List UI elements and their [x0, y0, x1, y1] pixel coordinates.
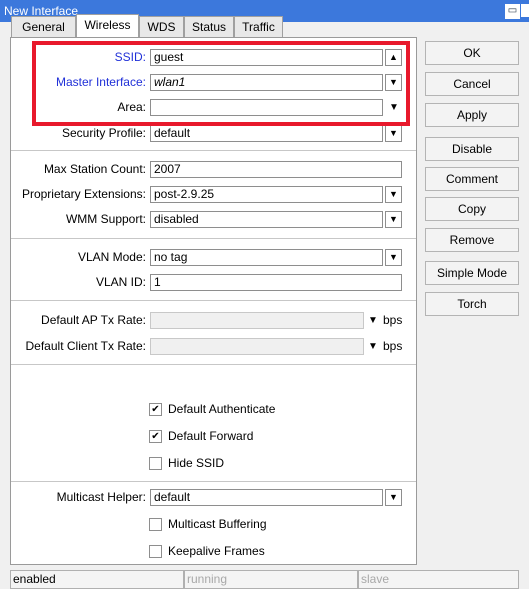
tab-wds[interactable]: WDS: [139, 16, 184, 38]
keepalive-frames-checkbox[interactable]: [149, 545, 162, 558]
default-ap-tx-rate-label: Default AP Tx Rate:: [41, 313, 146, 327]
default-ap-tx-rate-unit: bps: [383, 313, 403, 327]
max-station-count-label: Max Station Count:: [43, 162, 146, 176]
divider: [11, 238, 416, 239]
ok-button[interactable]: OK: [425, 41, 519, 65]
vlan-mode-select[interactable]: no tag: [150, 249, 383, 266]
divider: [11, 300, 416, 301]
default-client-tx-rate-label: Default Client Tx Rate:: [25, 339, 147, 353]
divider: [11, 150, 416, 151]
cancel-button[interactable]: Cancel: [425, 72, 519, 96]
tab-wireless[interactable]: Wireless: [76, 14, 139, 37]
multicast-helper-select[interactable]: default: [150, 489, 383, 506]
apply-button[interactable]: Apply: [425, 103, 519, 127]
proprietary-extensions-label: Proprietary Extensions:: [21, 187, 146, 201]
close-icon[interactable]: [521, 4, 529, 17]
remove-button[interactable]: Remove: [425, 228, 519, 252]
default-forward-label: Default Forward: [168, 429, 254, 443]
wmm-support-label: WMM Support:: [65, 212, 146, 226]
maximize-icon[interactable]: ▭: [505, 4, 520, 19]
torch-button[interactable]: Torch: [425, 292, 519, 316]
security-profile-label: Security Profile:: [61, 126, 146, 140]
proprietary-extensions-dropdown-icon[interactable]: ▼: [385, 186, 402, 203]
wmm-support-dropdown-icon[interactable]: ▼: [385, 211, 402, 228]
security-profile-select[interactable]: default: [150, 125, 383, 142]
wmm-support-select[interactable]: disabled: [150, 211, 383, 228]
default-authenticate-label: Default Authenticate: [168, 402, 276, 416]
divider: [11, 481, 416, 482]
status-running: running: [184, 570, 358, 589]
simple-mode-button[interactable]: Simple Mode: [425, 261, 519, 285]
tab-status[interactable]: Status: [184, 16, 234, 38]
multicast-buffering-checkbox[interactable]: [149, 518, 162, 531]
multicast-helper-label: Multicast Helper:: [56, 490, 146, 504]
disable-button[interactable]: Disable: [425, 137, 519, 161]
default-ap-tx-rate-input[interactable]: [150, 312, 364, 329]
default-forward-checkbox[interactable]: ✔: [149, 430, 162, 443]
vlan-id-input[interactable]: 1: [150, 274, 402, 291]
hide-ssid-label: Hide SSID: [168, 456, 225, 470]
highlight-box: [32, 41, 410, 126]
comment-button[interactable]: Comment: [425, 167, 519, 191]
divider: [11, 364, 416, 365]
default-ap-tx-rate-dropdown-icon[interactable]: ▼: [366, 312, 380, 329]
tab-general[interactable]: General: [11, 16, 76, 38]
status-slave: slave: [358, 570, 519, 589]
default-client-tx-rate-unit: bps: [383, 339, 403, 353]
max-station-count-input[interactable]: 2007: [150, 161, 402, 178]
multicast-buffering-label: Multicast Buffering: [168, 517, 267, 531]
status-state: enabled: [10, 570, 184, 589]
proprietary-extensions-select[interactable]: post-2.9.25: [150, 186, 383, 203]
hide-ssid-checkbox[interactable]: [149, 457, 162, 470]
vlan-mode-dropdown-icon[interactable]: ▼: [385, 249, 402, 266]
default-authenticate-checkbox[interactable]: ✔: [149, 403, 162, 416]
security-profile-dropdown-icon[interactable]: ▼: [385, 125, 402, 142]
copy-button[interactable]: Copy: [425, 197, 519, 221]
tab-traffic[interactable]: Traffic: [234, 16, 283, 38]
vlan-id-label: VLAN ID:: [95, 275, 146, 289]
multicast-helper-dropdown-icon[interactable]: ▼: [385, 489, 402, 506]
default-client-tx-rate-dropdown-icon[interactable]: ▼: [366, 338, 380, 355]
keepalive-frames-label: Keepalive Frames: [168, 544, 265, 558]
default-client-tx-rate-input[interactable]: [150, 338, 364, 355]
vlan-mode-label: VLAN Mode:: [77, 250, 146, 264]
